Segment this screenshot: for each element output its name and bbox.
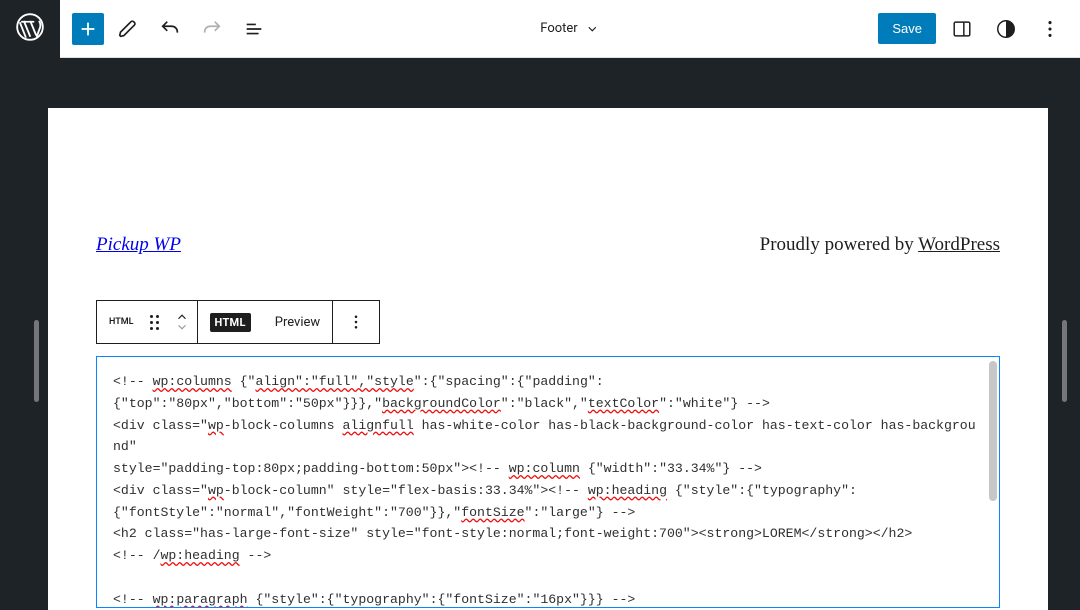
sidebar-toggle-icon[interactable] [944, 11, 980, 47]
wordpress-logo-icon[interactable] [16, 13, 44, 45]
block-movers[interactable] [167, 301, 197, 343]
html-mode-button[interactable]: HTML [198, 301, 263, 343]
edit-tool-icon[interactable] [110, 11, 146, 47]
block-more-menu-icon[interactable] [333, 301, 379, 343]
undo-icon[interactable] [152, 11, 188, 47]
admin-bar [0, 0, 60, 58]
editor-canvas: Pickup WP Proudly powered by WordPress H… [48, 108, 1048, 610]
chevron-up-icon [175, 312, 189, 322]
canvas-resize-handle-left[interactable] [34, 320, 39, 402]
template-selector[interactable]: Footer [540, 21, 599, 36]
site-title-link[interactable]: Pickup WP [96, 234, 181, 256]
more-menu-icon[interactable] [1032, 11, 1068, 47]
wordpress-link[interactable]: WordPress [918, 234, 1000, 255]
chevron-down-icon [586, 22, 600, 36]
block-type-label[interactable]: HTML [97, 301, 142, 343]
drag-handle-icon[interactable] [142, 301, 167, 343]
redo-icon [194, 11, 230, 47]
footer-preview-row: Pickup WP Proudly powered by WordPress [48, 108, 1048, 256]
canvas-resize-handle-right[interactable] [1062, 320, 1067, 402]
editor-topbar: Footer Save [60, 0, 1080, 58]
save-button[interactable]: Save [878, 13, 936, 44]
custom-html-code-editor[interactable]: <!-- wp:columns {"align":"full","style":… [96, 356, 1000, 608]
block-inserter-button[interactable] [72, 13, 104, 45]
powered-by-text: Proudly powered by WordPress [760, 234, 1000, 256]
preview-mode-button[interactable]: Preview [263, 301, 332, 343]
styles-icon[interactable] [988, 11, 1024, 47]
list-view-icon[interactable] [236, 11, 272, 47]
chevron-down-icon [175, 322, 189, 332]
block-toolbar: HTML HTML Preview [96, 300, 380, 344]
scrollbar-thumb[interactable] [989, 361, 997, 501]
topbar-right-tools: Save [878, 11, 1068, 47]
topbar-left-tools [72, 11, 272, 47]
template-name: Footer [540, 21, 577, 36]
